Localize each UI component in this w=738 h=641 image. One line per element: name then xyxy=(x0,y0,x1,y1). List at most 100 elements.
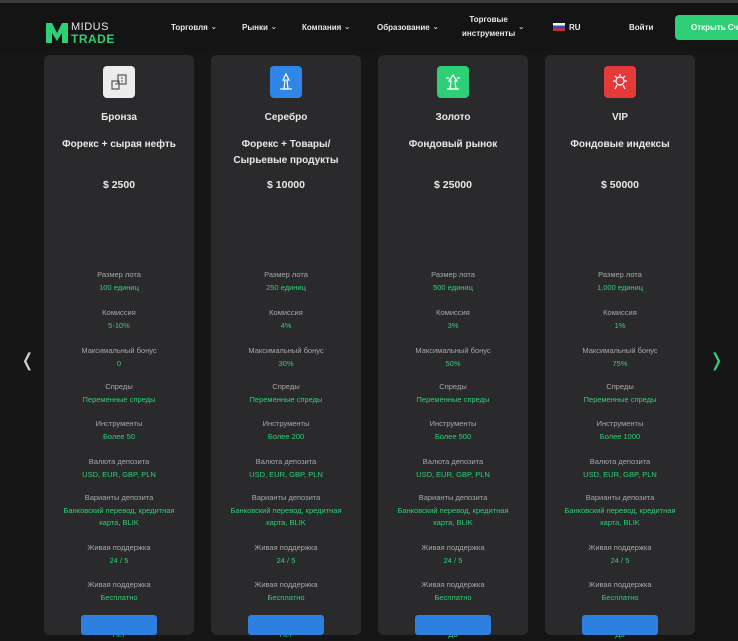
nav-trading-tools-label-2: инструменты xyxy=(462,29,516,38)
field-value-line1: 0 xyxy=(116,359,122,368)
nav-trading-tools-label-1: Торговые xyxy=(469,15,508,24)
field-value-line1: Переменные спреды xyxy=(249,395,323,404)
pricing-card: Бронза Форекс + сырая нефть $ 2500 Размер л… xyxy=(44,55,194,639)
nav-trading[interactable]: Торговля ⌄ xyxy=(171,3,217,51)
open-account-card-button[interactable] xyxy=(248,615,324,635)
nav-markets[interactable]: Рынки ⌄ xyxy=(242,3,277,51)
tier-markets: Фондовый рынок xyxy=(378,137,528,153)
field-label: Комиссия xyxy=(436,308,470,317)
language-selector[interactable]: RU xyxy=(553,3,581,51)
field-value: 100 единиц xyxy=(48,282,190,294)
logo[interactable]: MIDUS TRADE xyxy=(44,17,124,46)
field-value-line1: 24 / 5 xyxy=(610,556,630,565)
field-value: 24 / 5 xyxy=(48,555,190,567)
field-label: Комиссия xyxy=(102,308,136,317)
login-link[interactable]: Войти xyxy=(629,3,653,51)
field-value: 0 xyxy=(48,358,190,370)
field-value: 500 единиц xyxy=(382,282,524,294)
tier-price: $ 2500 xyxy=(102,179,136,191)
field-value: 24 / 5 xyxy=(549,555,691,567)
field-value: 50% xyxy=(382,358,524,370)
chevron-down-icon: ⌄ xyxy=(518,24,525,31)
field-value-line2: карта, BLIK xyxy=(600,518,640,527)
tier-price: $ 50000 xyxy=(601,179,639,191)
field-value-line1: Переменные спреды xyxy=(82,395,156,404)
field-value-line1: USD, EUR, GBP, PLN xyxy=(82,470,156,479)
carousel-next-icon[interactable]: ❭ xyxy=(709,350,724,371)
field-label: Валюта депозита xyxy=(255,457,317,466)
tier-price: $ 10000 xyxy=(267,179,305,191)
chevron-down-icon: ⌄ xyxy=(432,24,439,31)
field-value: 24 / 5 xyxy=(215,555,357,567)
field-value-line1: 250 единиц xyxy=(266,283,306,292)
field-label: Инструменты xyxy=(429,419,477,428)
field-label: Размер лота xyxy=(598,270,642,279)
open-account-label: Открыть Сч xyxy=(691,23,738,32)
tier-markets: Фондовые индексы xyxy=(545,137,695,153)
field-value: Более 500 xyxy=(382,431,524,443)
open-account-button[interactable]: Открыть Сч xyxy=(675,15,738,40)
field-label: Варианты депозита xyxy=(251,493,321,502)
field-value: USD, EUR, GBP, PLN xyxy=(549,469,691,481)
pricing-card: Серебро Форекс + Товары/Сырьевые продукты… xyxy=(211,55,361,639)
site-header: MIDUS TRADE Торговля ⌄ Рынки ⌄ Компания … xyxy=(0,3,738,51)
open-account-card-button[interactable] xyxy=(582,615,658,635)
tier-markets-line1: Форекс + Товары/ xyxy=(241,139,331,150)
pricing-card: VIP Фондовые индексы $ 50000 Размер лота 1,0… xyxy=(545,55,695,639)
gold-tower-icon xyxy=(437,66,469,98)
tier-name: VIP xyxy=(611,112,629,123)
field-value: Банковский перевод, кредитная карта, BLIK xyxy=(382,505,524,529)
field-label: Спреды xyxy=(606,382,634,391)
field-label: Максимальный бонус xyxy=(248,346,324,355)
field-value: USD, EUR, GBP, PLN xyxy=(48,469,190,481)
field-value-line1: Более 500 xyxy=(434,432,472,441)
field-value-line1: 1% xyxy=(614,321,626,330)
pricing-card: Золото Фондовый рынок $ 25000 Размер лота 50… xyxy=(378,55,528,639)
field-value-line1: Банковский перевод, кредитная xyxy=(564,506,676,515)
nav-company-label: Компания xyxy=(302,22,342,32)
field-value: Более 200 xyxy=(215,431,357,443)
russia-flag-icon xyxy=(553,23,565,31)
field-label: Инструменты xyxy=(95,419,143,428)
field-label: Живая поддержка xyxy=(588,543,652,552)
carousel-prev-icon[interactable]: ❬ xyxy=(20,350,35,371)
field-value: Бесплатно xyxy=(382,592,524,604)
open-account-card-button[interactable] xyxy=(415,615,491,635)
silver-tower-icon xyxy=(270,66,302,98)
field-value: Переменные спреды xyxy=(549,394,691,406)
vip-badge-icon xyxy=(604,66,636,98)
field-value: Более 50 xyxy=(48,431,190,443)
field-value: Переменные спреды xyxy=(382,394,524,406)
tier-markets-line1: Фондовый рынок xyxy=(408,139,498,150)
field-label: Максимальный бонус xyxy=(582,346,658,355)
field-value-line1: 24 / 5 xyxy=(443,556,463,565)
field-label: Варианты депозита xyxy=(418,493,488,502)
nav-trading-tools[interactable]: Торговые инструменты ⌄ xyxy=(462,3,524,51)
field-value: 30% xyxy=(215,358,357,370)
field-value-line1: 100 единиц xyxy=(99,283,139,292)
field-value-line1: 4% xyxy=(280,321,292,330)
tier-markets-line1: Фондовые индексы xyxy=(570,139,670,150)
field-label: Варианты депозита xyxy=(84,493,154,502)
field-value-line2: карта, BLIK xyxy=(266,518,306,527)
field-label: Живая поддержка xyxy=(588,580,652,589)
field-label: Валюта депозита xyxy=(422,457,484,466)
field-label: Спреды xyxy=(105,382,133,391)
field-value-line1: 24 / 5 xyxy=(276,556,296,565)
field-value-line2: карта, BLIK xyxy=(99,518,139,527)
field-value: 75% xyxy=(549,358,691,370)
field-value: USD, EUR, GBP, PLN xyxy=(215,469,357,481)
field-value: USD, EUR, GBP, PLN xyxy=(382,469,524,481)
nav-education[interactable]: Образование ⌄ xyxy=(377,3,439,51)
field-label: Инструменты xyxy=(596,419,644,428)
field-value: 5-10% xyxy=(48,320,190,332)
field-value: Бесплатно xyxy=(549,592,691,604)
field-value: Переменные спреды xyxy=(48,394,190,406)
open-account-card-button[interactable] xyxy=(81,615,157,635)
field-value: Бесплатно xyxy=(48,592,190,604)
nav-company[interactable]: Компания ⌄ xyxy=(302,3,350,51)
tier-price: $ 25000 xyxy=(434,179,472,191)
field-value-line1: 75% xyxy=(612,359,628,368)
field-value-line1: Более 50 xyxy=(102,432,136,441)
field-label: Инструменты xyxy=(262,419,310,428)
